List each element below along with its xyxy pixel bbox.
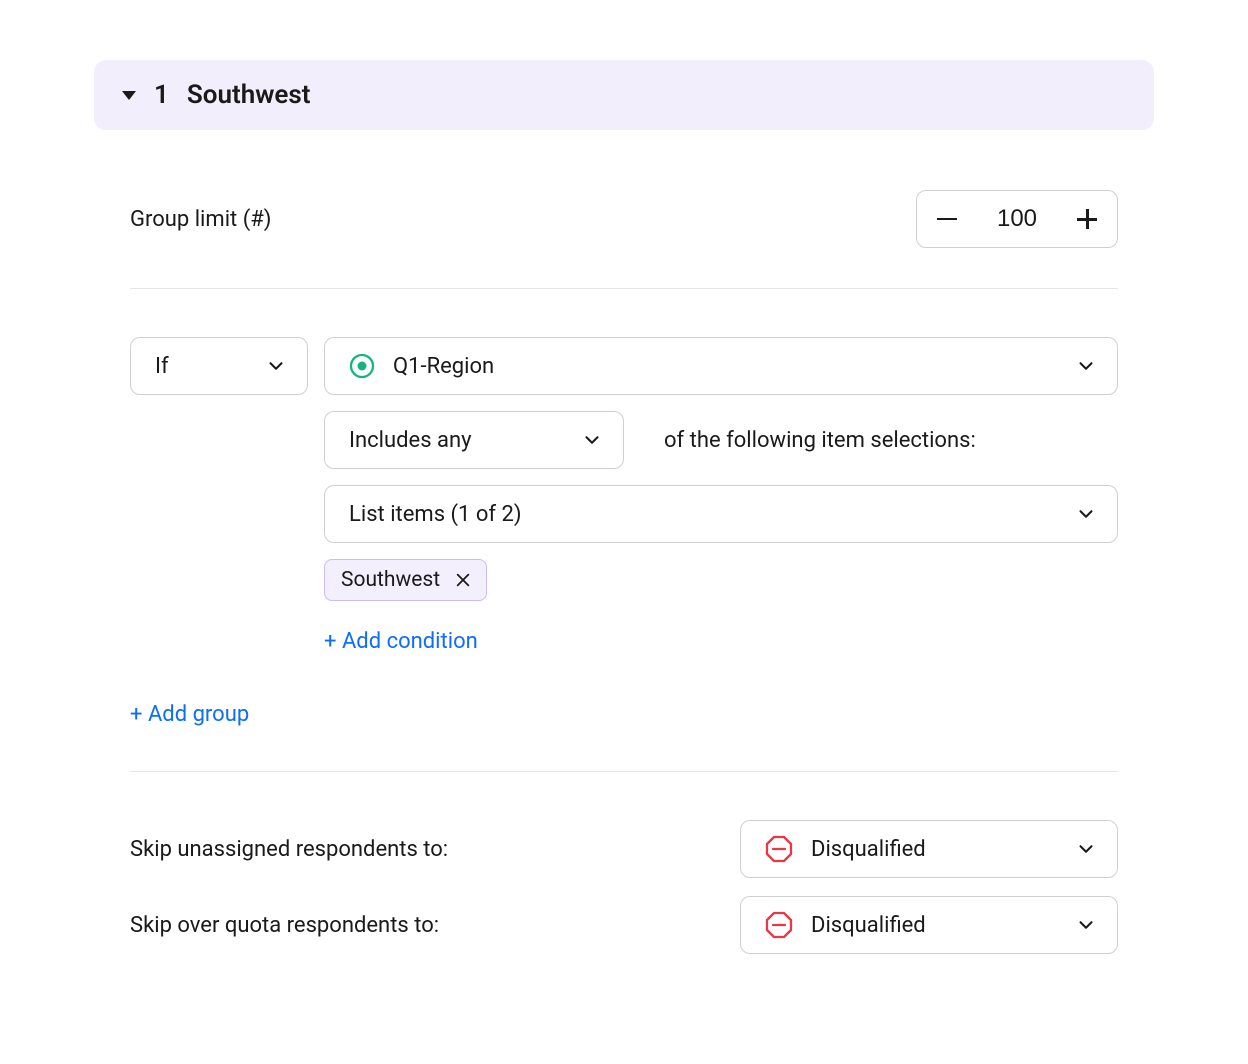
divider <box>130 771 1118 772</box>
group-limit-stepper <box>916 190 1118 248</box>
condition-block: If Q1-Region Includes any of the followi… <box>94 337 1154 954</box>
add-group-link[interactable]: + Add group <box>130 702 249 727</box>
group-header[interactable]: 1 Southwest <box>94 60 1154 130</box>
condition-row-3: List items (1 of 2) <box>324 485 1118 543</box>
condition-row-1: If Q1-Region <box>130 337 1118 395</box>
triangle-down-icon <box>122 91 136 100</box>
condition-row-2: Includes any of the following item selec… <box>324 411 1118 469</box>
chevron-down-icon <box>265 355 287 377</box>
add-group-row: + Add group <box>130 702 1118 727</box>
chevron-down-icon <box>1075 914 1097 936</box>
chevron-down-icon <box>1075 838 1097 860</box>
disqualified-icon <box>765 911 793 939</box>
chip-southwest: Southwest <box>324 559 487 601</box>
list-items-dropdown[interactable]: List items (1 of 2) <box>324 485 1118 543</box>
skip-overquota-value: Disqualified <box>811 913 926 938</box>
skip-unassigned-label: Skip unassigned respondents to: <box>130 837 448 862</box>
skip-unassigned-row: Skip unassigned respondents to: Disquali… <box>130 820 1118 878</box>
skip-unassigned-value: Disqualified <box>811 837 926 862</box>
add-condition-link[interactable]: + Add condition <box>324 629 478 654</box>
chevron-down-icon <box>1075 503 1097 525</box>
skip-overquota-label: Skip over quota respondents to: <box>130 913 439 938</box>
chip-row: Southwest <box>324 559 1118 601</box>
chip-remove-button[interactable] <box>454 571 472 589</box>
add-condition-row: + Add condition <box>324 629 1118 654</box>
operator-dropdown[interactable]: Includes any <box>324 411 624 469</box>
radio-icon <box>349 353 375 379</box>
group-limit-row: Group limit (#) <box>94 190 1154 248</box>
if-label: If <box>155 354 169 379</box>
close-icon <box>455 572 471 588</box>
decrement-button[interactable] <box>917 191 977 247</box>
minus-icon <box>937 218 957 221</box>
skip-overquota-dropdown[interactable]: Disqualified <box>740 896 1118 954</box>
plus-icon <box>1077 209 1097 229</box>
skip-unassigned-dropdown[interactable]: Disqualified <box>740 820 1118 878</box>
if-dropdown[interactable]: If <box>130 337 308 395</box>
question-dropdown[interactable]: Q1-Region <box>324 337 1118 395</box>
divider <box>130 288 1118 289</box>
skip-overquota-row: Skip over quota respondents to: Disquali… <box>130 896 1118 954</box>
chevron-down-icon <box>1075 355 1097 377</box>
group-number: 1 <box>154 80 169 110</box>
skip-section: Skip unassigned respondents to: Disquali… <box>130 820 1118 954</box>
quota-group-panel: 1 Southwest Group limit (#) If <box>32 0 1216 1052</box>
chip-label: Southwest <box>341 568 440 592</box>
list-items-label: List items (1 of 2) <box>349 502 522 527</box>
disqualified-icon <box>765 835 793 863</box>
question-label: Q1-Region <box>393 354 494 379</box>
following-text: of the following item selections: <box>664 428 976 453</box>
group-limit-label: Group limit (#) <box>130 207 271 232</box>
chevron-down-icon <box>581 429 603 451</box>
group-title: Southwest <box>187 80 311 110</box>
group-limit-input[interactable] <box>977 205 1057 233</box>
increment-button[interactable] <box>1057 191 1117 247</box>
operator-label: Includes any <box>349 428 472 453</box>
